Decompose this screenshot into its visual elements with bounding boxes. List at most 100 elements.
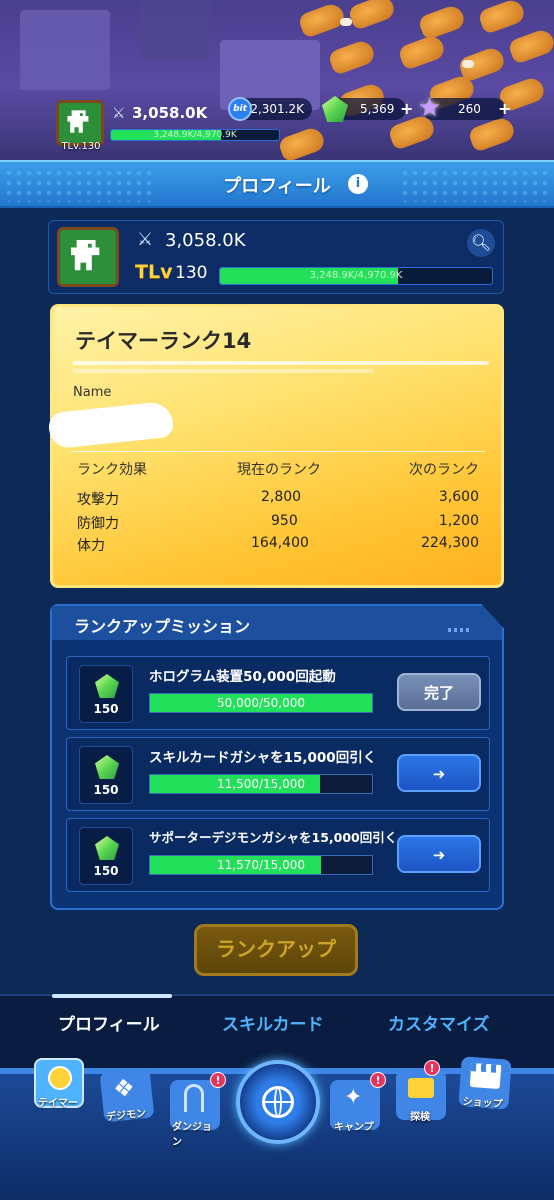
rank-up-button[interactable]: ランクアップ	[194, 924, 358, 976]
nav-globe[interactable]	[236, 1060, 320, 1144]
add-gems-button[interactable]: +	[400, 99, 413, 118]
profile-power: 3,058.0K	[165, 230, 246, 251]
tamer-icon	[48, 1066, 72, 1090]
profile-header: プロフィール i	[0, 160, 554, 208]
name-redaction	[47, 400, 175, 450]
sword-icon: ⚔	[137, 229, 154, 250]
nav-label: ショップ	[462, 1096, 503, 1111]
rank-effect-header: ランク効果	[77, 462, 147, 478]
profile-xp-bar: 3,248.9K/4,970.9K	[219, 267, 493, 285]
table-divider	[71, 451, 485, 452]
hp-current: 164,400	[251, 535, 309, 551]
active-tab-indicator	[52, 994, 172, 998]
mission-reward: 150	[79, 746, 133, 804]
mission-item: 150 スキルカードガシャを15,000回引く 11,500/15,000 ➜	[66, 737, 490, 811]
alert-badge: !	[424, 1060, 440, 1076]
nav-label: キャンプ	[334, 1122, 374, 1133]
hud-xp-bar: 3,248.9K/4,970.9K	[110, 129, 280, 141]
alert-badge: !	[210, 1072, 226, 1088]
mission-progress-text: 11,570/15,000	[216, 858, 306, 872]
sword-icon: ⚔	[112, 104, 126, 122]
star-icon: ★	[418, 93, 442, 123]
bottom-area: プロフィール スキルカード カスタマイズ テイマー ❖ デジモン ダンジョン !…	[0, 994, 554, 1200]
nav-digimon[interactable]: ❖ デジモン	[99, 1067, 155, 1123]
defense-current: 950	[271, 513, 298, 529]
mission-title-text: サポーターデジモンガシャを15,000回引く	[149, 830, 398, 845]
current-rank-header: 現在のランク	[237, 462, 321, 478]
mission-title-text: スキルカードガシャを15,000回引く	[149, 750, 377, 766]
globe-icon	[262, 1086, 294, 1118]
rank-divider	[73, 361, 489, 365]
mission-progress-text: 50,000/50,000	[216, 696, 306, 710]
nav-label: 探検	[410, 1112, 430, 1123]
hp-next: 224,300	[421, 535, 479, 551]
header-deco	[448, 628, 470, 632]
gem-icon	[95, 674, 119, 698]
add-stars-button[interactable]: +	[498, 99, 511, 118]
gem-icon	[95, 755, 119, 779]
next-rank-header: 次のランク	[409, 462, 479, 478]
dino-icon	[67, 110, 89, 133]
hud-avatar[interactable]	[56, 100, 104, 146]
mission-title: ランクアップミッション	[74, 617, 251, 636]
tab-profile[interactable]: プロフィール	[58, 1010, 160, 1035]
attack-label: 攻撃力	[77, 492, 119, 508]
mission-item: 150 サポーターデジモンガシャを15,000回引く 11,570/15,000…	[66, 818, 490, 892]
nav-shop[interactable]: ショップ	[458, 1056, 512, 1111]
mission-progress-bar: 11,570/15,000	[149, 855, 373, 875]
search-icon[interactable]: 🔍︎	[467, 229, 495, 257]
rank-up-mission-panel: ランクアップミッション 150 ホログラム装置50,000回起動 50,000/…	[50, 604, 504, 910]
profile-xp-text: 3,248.9K/4,970.9K	[309, 270, 403, 281]
info-icon[interactable]: i	[348, 174, 368, 194]
explore-icon	[408, 1078, 434, 1098]
tamer-level-value: 130	[175, 263, 208, 283]
defense-next: 1,200	[438, 513, 479, 529]
nav-label: テイマー	[38, 1098, 78, 1109]
bit-value: 2,301.2K	[250, 102, 304, 116]
profile-avatar[interactable]	[57, 227, 119, 287]
tlv-label: TLv	[135, 261, 173, 283]
mission-progress-text: 11,500/15,000	[216, 777, 306, 791]
nav-tamer[interactable]: テイマー	[34, 1058, 84, 1109]
gem-value: 5,369	[360, 102, 395, 116]
rank-divider-2	[73, 369, 373, 373]
mission-progress-bar: 50,000/50,000	[149, 693, 373, 713]
mission-go-button[interactable]: ➜	[397, 835, 481, 873]
mission-header: ランクアップミッション	[52, 606, 502, 640]
nav-explore[interactable]: 探検 !	[396, 1060, 446, 1123]
mission-complete-button[interactable]: 完了	[397, 673, 481, 711]
digimon-icon: ❖	[111, 1073, 137, 1104]
profile-summary: ⚔ 3,058.0K 🔍︎ TLv 130 3,248.9K/4,970.9K	[48, 220, 504, 294]
tab-customize[interactable]: カスタマイズ	[388, 1010, 490, 1035]
star-value: 260	[458, 102, 481, 116]
hud-xp-text: 3,248.9K/4,970.9K	[153, 130, 237, 140]
tab-skill-card[interactable]: スキルカード	[222, 1010, 324, 1035]
nav-dungeon[interactable]: ダンジョン !	[170, 1072, 226, 1148]
dino-icon	[70, 239, 100, 271]
mission-reward: 150	[79, 827, 133, 885]
hud-power: 3,058.0K	[132, 104, 208, 122]
mission-go-button[interactable]: ➜	[397, 754, 481, 792]
reward-count: 150	[93, 783, 119, 797]
mission-item: 150 ホログラム装置50,000回起動 50,000/50,000 完了	[66, 656, 490, 730]
name-label: Name	[73, 385, 112, 400]
mission-progress-bar: 11,500/15,000	[149, 774, 373, 794]
nav-camp[interactable]: ✦ キャンプ !	[330, 1072, 386, 1133]
page-title: プロフィール	[223, 176, 331, 197]
mission-title-text: ホログラム装置50,000回起動	[149, 669, 336, 685]
dungeon-icon	[184, 1084, 204, 1112]
attack-next: 3,600	[438, 489, 479, 505]
hp-label: 体力	[77, 538, 105, 554]
shop-icon	[469, 1063, 502, 1090]
defense-label: 防御力	[77, 516, 119, 532]
reward-count: 150	[93, 702, 119, 716]
bit-icon: bit	[228, 97, 252, 121]
alert-badge: !	[370, 1072, 386, 1088]
camp-icon: ✦	[344, 1085, 363, 1110]
reward-count: 150	[93, 864, 119, 878]
mission-reward: 150	[79, 665, 133, 723]
nav-label: ダンジョン	[172, 1122, 212, 1148]
attack-current: 2,800	[261, 489, 302, 505]
tamer-rank-card: テイマーランク14 Name ランク効果 現在のランク 次のランク 攻撃力 2,…	[47, 304, 504, 588]
rank-title: テイマーランク14	[75, 329, 252, 353]
